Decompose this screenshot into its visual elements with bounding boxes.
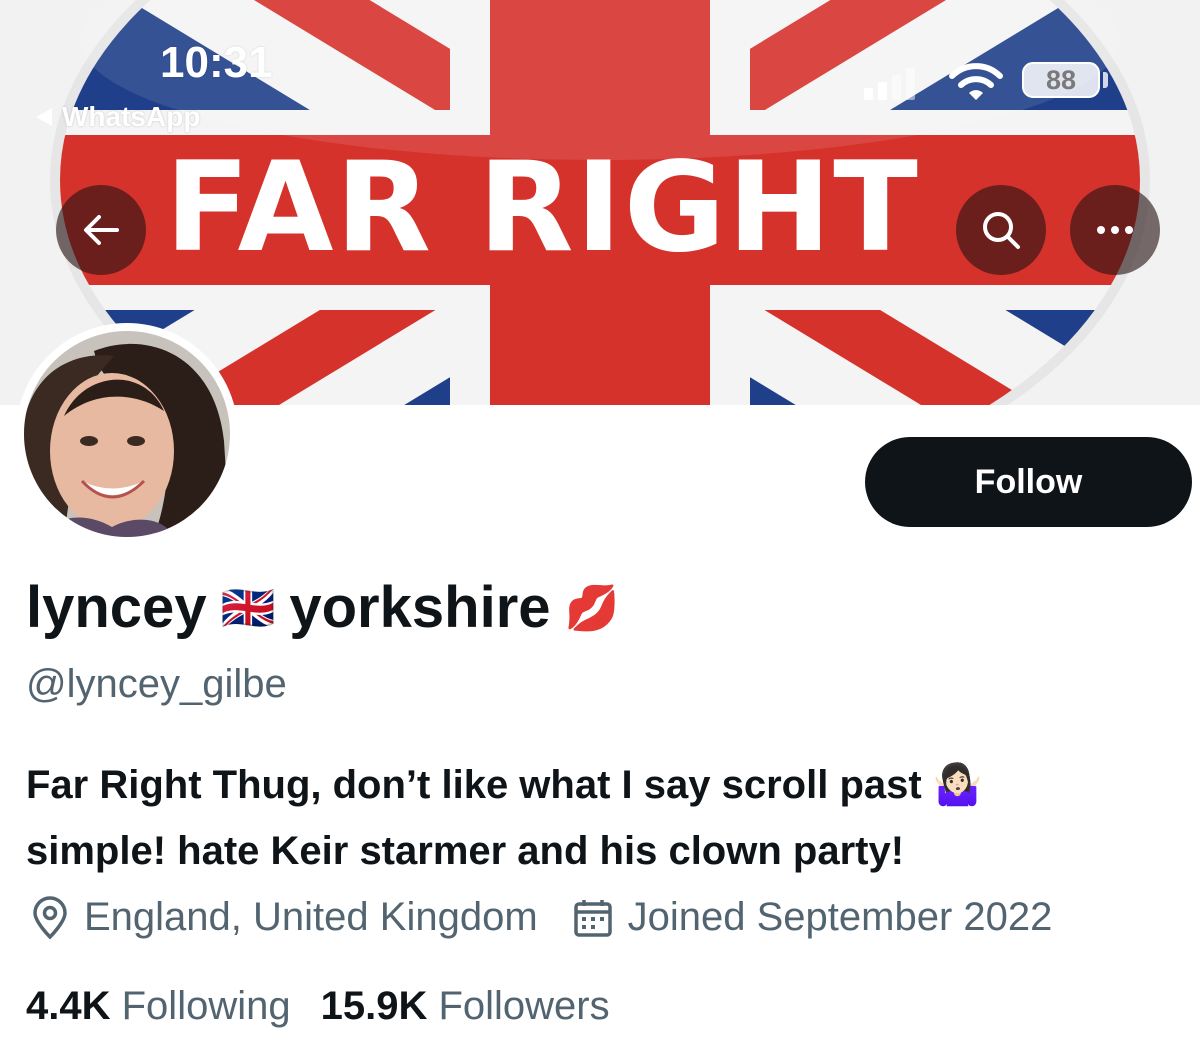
following-link[interactable]: 4.4K Following	[26, 984, 291, 1029]
more-button[interactable]	[1070, 185, 1160, 275]
lips-emoji: 💋	[564, 583, 620, 633]
avatar-photo	[24, 331, 230, 537]
location-text: England, United Kingdom	[84, 895, 538, 939]
followers-link[interactable]: 15.9K Followers	[321, 984, 610, 1029]
display-name-second: yorkshire	[289, 575, 551, 640]
profile-bio: Far Right Thug, don’t like what I say sc…	[26, 752, 1186, 884]
joined-text: Joined September 2022	[627, 895, 1053, 939]
cellular-signal-icon	[864, 68, 915, 100]
bio-line-1: Far Right Thug, don’t like what I say sc…	[26, 763, 983, 807]
following-label: Following	[121, 984, 291, 1028]
battery-tip	[1103, 72, 1108, 88]
location-pin-icon	[33, 895, 67, 939]
calendar-icon	[573, 899, 612, 937]
uk-flag-emoji: 🇬🇧	[220, 583, 276, 633]
back-to-app[interactable]: WhatsApp	[34, 101, 200, 133]
banner-text: FAR RIGHT	[165, 136, 920, 280]
follow-stats: 4.4K Following 15.9K Followers	[26, 984, 610, 1029]
status-time: 10:31	[160, 38, 273, 87]
back-app-label: WhatsApp	[62, 101, 201, 132]
battery-icon: 88	[1022, 62, 1100, 98]
display-name: lyncey 🇬🇧 yorkshire 💋	[26, 574, 633, 641]
search-icon	[983, 212, 1020, 249]
search-button[interactable]	[956, 185, 1046, 275]
followers-count: 15.9K	[320, 984, 428, 1028]
avatar[interactable]	[16, 323, 238, 545]
following-count: 4.4K	[26, 984, 111, 1028]
wifi-icon	[949, 63, 1003, 100]
joined-item: Joined September 2022	[572, 895, 1053, 940]
more-icon	[1097, 226, 1133, 234]
profile-meta: England, United Kingdom Joined September…	[30, 895, 1086, 940]
follow-button[interactable]: Follow	[865, 437, 1192, 527]
back-triangle-icon	[36, 108, 52, 126]
followers-label: Followers	[438, 984, 610, 1028]
location-item: England, United Kingdom	[30, 895, 538, 940]
user-handle: @lyncey_gilbe	[26, 662, 287, 706]
bio-line-2: simple! hate Keir starmer and his clown …	[26, 829, 905, 873]
display-name-first: lyncey	[26, 575, 207, 640]
arrow-left-icon	[84, 215, 119, 245]
back-button[interactable]	[56, 185, 146, 275]
battery-level: 88	[1045, 64, 1077, 95]
